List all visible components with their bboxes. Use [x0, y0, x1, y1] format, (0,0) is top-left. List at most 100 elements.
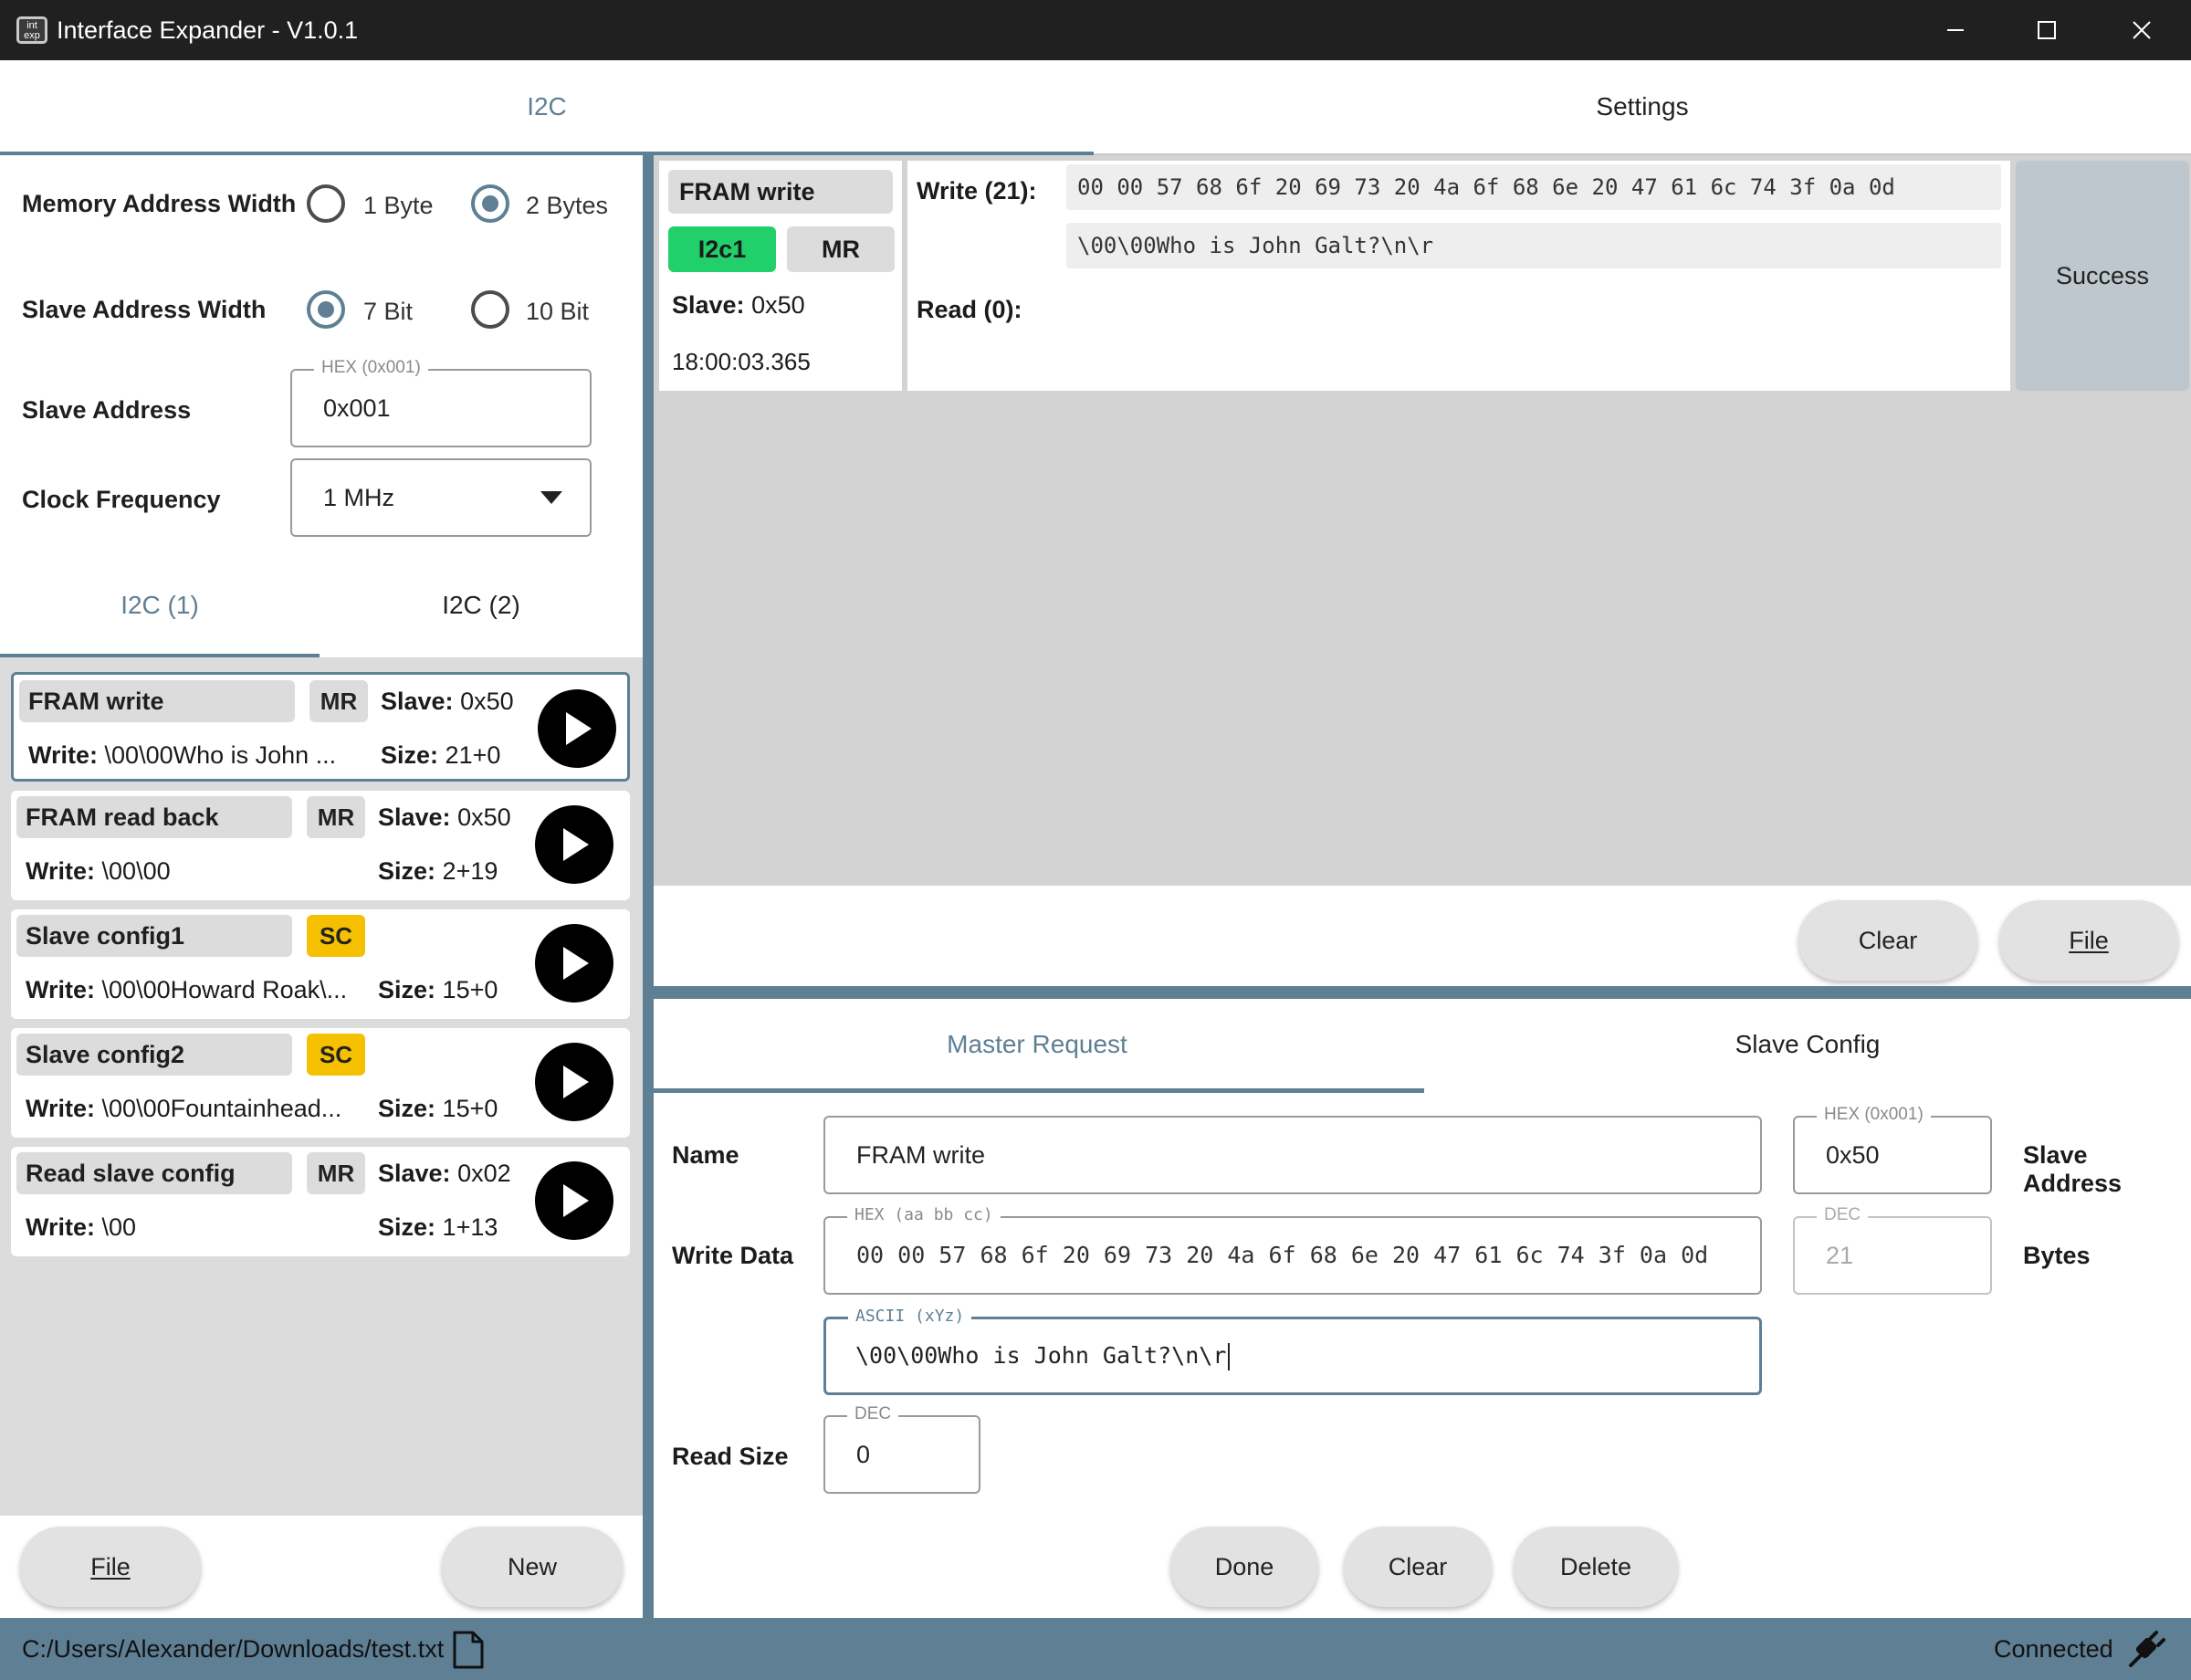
panel-splitter[interactable] — [643, 155, 654, 1618]
write-data-label: Write Data — [672, 1242, 794, 1269]
request-item-fram-read-back[interactable]: FRAM read back MR Slave: 0x50 Write: \00… — [11, 791, 630, 900]
request-type-badge: MR — [307, 1152, 365, 1194]
ascii-legend: ASCII (xYz) — [848, 1307, 972, 1326]
mem-addr-1-byte-radio[interactable] — [307, 184, 345, 223]
window-title: Interface Expander - V1.0.1 — [57, 16, 359, 44]
write-data-hex-input[interactable]: HEX (aa bb cc) 00 00 57 68 6f 20 69 73 2… — [823, 1205, 1762, 1295]
file-icon[interactable] — [451, 1631, 486, 1669]
tab-i2c-1[interactable]: I2C (1) — [0, 557, 320, 654]
editor-tab-selected-indicator — [654, 1088, 1424, 1093]
slave-addr-7-bit-radio[interactable] — [307, 290, 345, 329]
request-item-slave-config1[interactable]: Slave config1 SC Write: \00\00Howard Roa… — [11, 909, 630, 1019]
play-icon — [566, 712, 592, 745]
request-name: Read slave config — [16, 1152, 292, 1194]
editor-slave-address-value: 0x50 — [1826, 1141, 1880, 1169]
log-slave: Slave: 0x50 — [672, 287, 805, 323]
request-name: Slave config1 — [16, 915, 292, 957]
request-slave: Slave: 0x02 — [378, 1152, 511, 1194]
slave-addr-10-bit-radio[interactable] — [471, 290, 509, 329]
size-value: 15+0 — [442, 1095, 498, 1122]
horizontal-splitter[interactable] — [654, 986, 2191, 999]
left-file-button[interactable]: File — [20, 1527, 201, 1607]
tab-i2c-2[interactable]: I2C (2) — [321, 557, 641, 654]
size-label: Size: — [378, 1095, 436, 1122]
editor-tab-bar: Master Request Slave Config — [654, 999, 2191, 1094]
clock-frequency-select[interactable]: 1 MHz — [290, 458, 592, 537]
request-size: Size: 15+0 — [378, 970, 498, 1010]
connection-status: Connected — [1994, 1635, 2113, 1663]
log-write-hex: 00 00 57 68 6f 20 69 73 20 4a 6f 68 6e 2… — [1066, 164, 2001, 210]
request-item-fram-write[interactable]: FRAM write MR Slave: 0x50 Write: \00\00W… — [11, 672, 630, 782]
request-write: Write: \00\00 — [26, 851, 171, 891]
request-slave: Slave: 0x50 — [381, 680, 514, 722]
close-icon — [2133, 21, 2151, 39]
slave-value: 0x50 — [751, 291, 805, 319]
read-size-input[interactable]: DEC 0 — [823, 1404, 980, 1494]
i2c-bus-tabs: I2C (1) I2C (2) — [0, 557, 643, 659]
request-item-read-slave-config[interactable]: Read slave config MR Slave: 0x02 Write: … — [11, 1147, 630, 1256]
ascii-value: \00\00Who is John Galt?\n\r — [855, 1342, 1227, 1369]
request-write: Write: \00\00Howard Roak\... — [26, 970, 347, 1010]
slave-address-legend: HEX (0x001) — [314, 358, 428, 378]
play-button[interactable] — [535, 805, 613, 884]
tab-settings[interactable]: Settings — [1096, 60, 2189, 153]
slave-address-input[interactable]: HEX (0x001) 0x001 — [290, 358, 592, 447]
request-name: FRAM write — [19, 680, 295, 722]
play-button[interactable] — [535, 924, 613, 1003]
new-request-button[interactable]: New — [442, 1527, 623, 1607]
request-type-badge: MR — [309, 680, 368, 722]
log-toolbar: Clear File — [654, 886, 2191, 986]
hex-legend: HEX (aa bb cc) — [847, 1205, 1001, 1224]
write-label: Write: — [26, 976, 96, 1003]
log-entry[interactable]: FRAM write I2c1 MR Slave: 0x50 18:00:03.… — [659, 161, 2189, 391]
play-button[interactable] — [538, 689, 616, 768]
size-value: 21+0 — [445, 741, 501, 769]
tab-master-request[interactable]: Master Request — [654, 999, 1420, 1090]
request-write: Write: \00\00Who is John ... — [28, 735, 336, 775]
editor-slave-address-legend: HEX (0x001) — [1817, 1105, 1931, 1125]
mem-addr-2-bytes-radio[interactable] — [471, 184, 509, 223]
plug-icon[interactable] — [2127, 1629, 2167, 1669]
play-icon — [563, 828, 589, 861]
bytes-label: Bytes — [2023, 1242, 2091, 1269]
log-file-button[interactable]: File — [1999, 900, 2178, 981]
play-button[interactable] — [535, 1161, 613, 1240]
write-label: Write: — [26, 857, 96, 885]
editor-clear-button[interactable]: Clear — [1344, 1527, 1492, 1607]
slave-addr-width-label: Slave Address Width — [22, 296, 267, 323]
name-input[interactable]: FRAM write — [823, 1116, 1762, 1194]
hex-value: 00 00 57 68 6f 20 69 73 20 4a 6f 68 6e 2… — [856, 1242, 1709, 1268]
size-value: 1+13 — [442, 1213, 498, 1241]
tab-i2c[interactable]: I2C — [0, 60, 1094, 153]
file-path: C:/Users/Alexander/Downloads/test.txt — [22, 1635, 445, 1663]
minimize-button[interactable] — [1910, 0, 2001, 60]
top-tab-bar: I2C Settings — [0, 60, 2191, 155]
size-label: Size: — [378, 1213, 436, 1241]
write-data-ascii-input[interactable]: ASCII (xYz) \00\00Who is John Galt?\n\r — [823, 1307, 1762, 1395]
slave-value: 0x02 — [457, 1160, 511, 1187]
close-button[interactable] — [2096, 0, 2187, 60]
log-request-name: FRAM write — [668, 170, 893, 214]
read-size-label: Read Size — [672, 1443, 789, 1470]
minimize-icon — [1947, 29, 1964, 31]
editor-slave-address-input[interactable]: HEX (0x001) 0x50 — [1793, 1105, 1992, 1194]
delete-button[interactable]: Delete — [1514, 1527, 1678, 1607]
app-icon: int exp — [16, 16, 47, 44]
request-name: FRAM read back — [16, 796, 292, 838]
request-item-slave-config2[interactable]: Slave config2 SC Write: \00\00Fountainhe… — [11, 1028, 630, 1138]
done-button[interactable]: Done — [1170, 1527, 1318, 1607]
log-type-badge: MR — [787, 226, 895, 272]
request-slave: Slave: 0x50 — [378, 796, 511, 838]
tab-slave-config[interactable]: Slave Config — [1424, 999, 2191, 1090]
play-button[interactable] — [535, 1043, 613, 1121]
bytes-dec-legend: DEC — [1817, 1205, 1869, 1225]
slave-label: Slave: — [381, 688, 454, 715]
log-clear-button[interactable]: Clear — [1798, 900, 1977, 981]
maximize-button[interactable] — [2001, 0, 2092, 60]
log-bus-badge: I2c1 — [668, 226, 776, 272]
clock-frequency-label: Clock Frequency — [22, 486, 221, 513]
slave-addr-10-bit-label: 10 Bit — [526, 298, 590, 325]
play-icon — [563, 1184, 589, 1217]
write-label: Write: — [26, 1095, 96, 1122]
write-value: \00 — [101, 1213, 137, 1241]
